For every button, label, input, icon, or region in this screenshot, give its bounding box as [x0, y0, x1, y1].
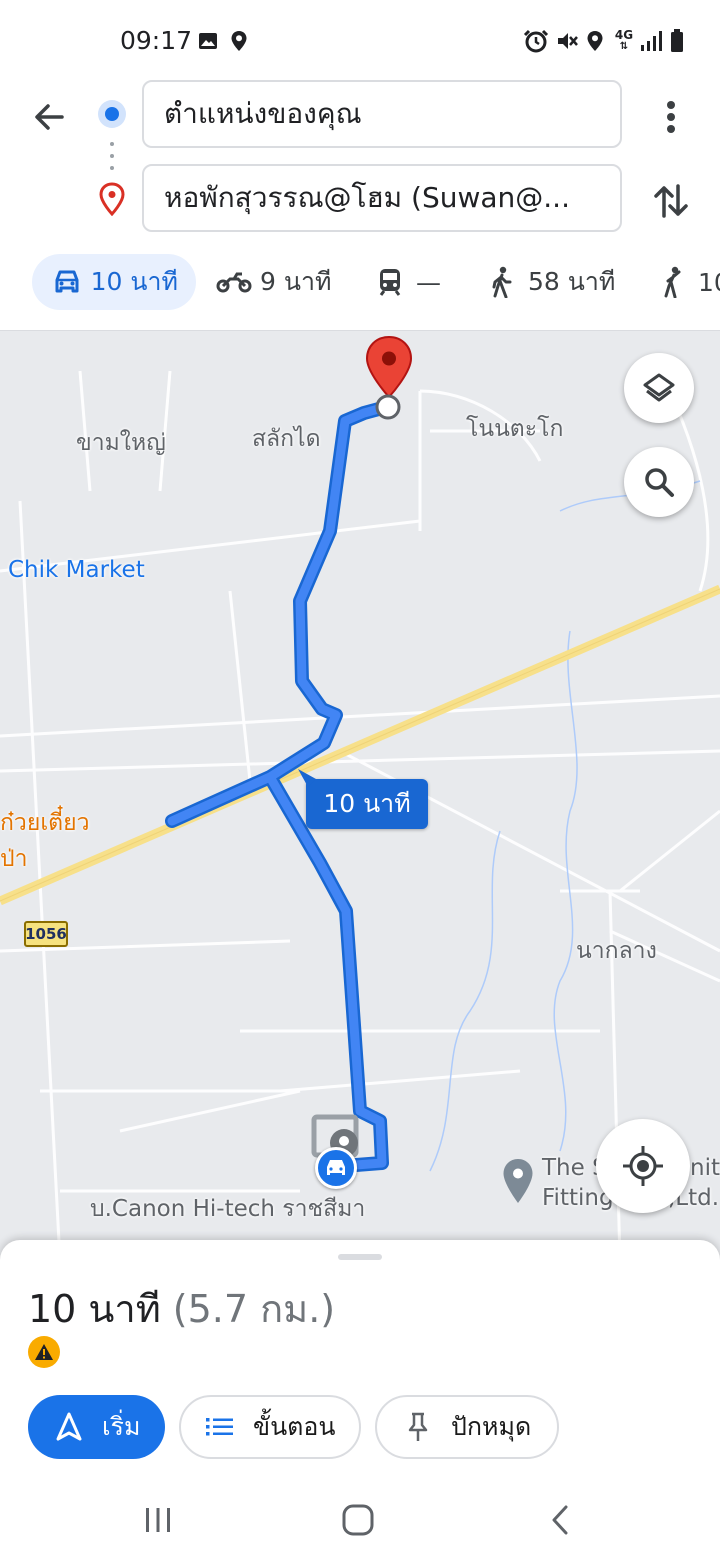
- battery-icon: [668, 28, 686, 54]
- route-dots-icon: [110, 142, 114, 172]
- destination-field[interactable]: หอพักสุวรรณ@โฮม (Suwan@...: [142, 164, 622, 232]
- map-label-na-klang: นากลาง: [576, 938, 657, 964]
- poi-pin-icon[interactable]: [500, 1157, 536, 1205]
- map-label-noodle-shop-line1: ก๋วยเตี๋ยว: [0, 810, 90, 836]
- search-button[interactable]: [624, 447, 694, 517]
- current-location-car-icon: [315, 1147, 357, 1189]
- ride-icon: [652, 266, 692, 298]
- eta-bubble-label: 10 นาที: [323, 789, 411, 818]
- tab-drive-label: 10 นาที: [90, 267, 178, 296]
- origin-field[interactable]: ตำแหน่งของคุณ: [142, 80, 622, 148]
- tab-drive[interactable]: 10 นาที: [32, 254, 196, 310]
- travel-mode-tabs: 10 นาที 9 นาที — 58 นาที 10: [0, 252, 720, 314]
- map-label-kham-yai: ขามใหญ่: [76, 430, 166, 456]
- map-label-chik-market[interactable]: Chik Market: [8, 557, 145, 583]
- chevron-left-icon: [552, 1505, 568, 1535]
- tab-walk-label: 58 นาที: [528, 267, 616, 296]
- mute-icon: [554, 28, 580, 54]
- back-button[interactable]: [26, 94, 72, 140]
- tab-transit-label: —: [416, 267, 441, 297]
- map-view[interactable]: ขามใหญ่ สลักได โนนตะโก Chik Market ก๋วยเ…: [0, 330, 720, 1260]
- recent-apps-icon: [146, 1508, 170, 1532]
- layers-icon: [643, 373, 675, 402]
- tab-ride-label: 10: [698, 267, 720, 297]
- tab-transit[interactable]: —: [370, 254, 441, 310]
- home-icon: [342, 1504, 374, 1536]
- map-label-poi-1b: nita: [690, 1155, 720, 1181]
- navigation-icon: [52, 1410, 86, 1444]
- location-icon: [228, 28, 250, 54]
- network-type: 4G: [614, 28, 634, 42]
- tab-ride[interactable]: 10: [652, 254, 720, 310]
- map-label-salak-dai: สลักได: [252, 426, 321, 452]
- swap-button[interactable]: [648, 178, 694, 224]
- home-button[interactable]: [336, 1498, 380, 1542]
- layers-button[interactable]: [624, 353, 694, 423]
- status-bar: 09:17 4G ⇅: [0, 0, 720, 80]
- system-back-button[interactable]: [538, 1498, 582, 1542]
- route-distance: (5.7 กม.): [172, 1287, 336, 1331]
- start-button[interactable]: เริ่ม: [28, 1395, 165, 1459]
- status-time: 09:17: [120, 26, 193, 55]
- arrow-back-icon: [35, 104, 64, 130]
- map-label-noodle-shop[interactable]: ก๋วยเตี๋ยว ป่า: [0, 805, 90, 877]
- route-shield-1056: 1056: [24, 921, 68, 947]
- pin-icon: [401, 1410, 435, 1444]
- steps-button-label: ขั้นตอน: [253, 1412, 336, 1441]
- alarm-icon: [522, 28, 550, 54]
- route-summary: 10 นาที (5.7 กม.): [28, 1278, 335, 1339]
- swap-vert-icon: [654, 184, 688, 218]
- steps-button[interactable]: ขั้นตอน: [179, 1395, 361, 1459]
- destination-pin-icon: [98, 182, 126, 217]
- map-label-non-tako: โนนตะโก: [466, 416, 564, 442]
- sheet-drag-handle[interactable]: [338, 1254, 382, 1260]
- eta-bubble-pointer: [298, 769, 316, 787]
- signal-icon: [638, 28, 664, 54]
- recent-apps-button[interactable]: [136, 1498, 180, 1542]
- pin-button[interactable]: ปักหมุด: [375, 1395, 559, 1459]
- image-icon: [196, 28, 220, 54]
- car-icon: [50, 267, 85, 297]
- motorcycle-icon: [214, 267, 254, 297]
- destination-marker-icon[interactable]: [362, 335, 416, 423]
- transit-icon: [370, 267, 410, 297]
- route-duration: 10 นาที: [28, 1287, 161, 1331]
- my-location-icon: [623, 1146, 663, 1186]
- warning-icon[interactable]: [28, 1336, 60, 1368]
- search-icon: [645, 468, 674, 497]
- my-location-button[interactable]: [596, 1119, 690, 1213]
- start-button-label: เริ่ม: [102, 1412, 141, 1441]
- system-nav-bar: [0, 1480, 720, 1560]
- 4g-icon: 4G ⇅: [614, 28, 634, 52]
- tab-motorcycle-label: 9 นาที: [260, 267, 332, 296]
- location-icon: [584, 28, 606, 54]
- more-vert-icon: [667, 101, 675, 133]
- pin-button-label: ปักหมุด: [451, 1412, 532, 1441]
- directions-header: ตำแหน่งของคุณ หอพักสุวรรณ@โฮม (Suwan@...…: [0, 80, 720, 330]
- eta-bubble[interactable]: 10 นาที: [306, 779, 428, 829]
- origin-dot-icon: [98, 100, 126, 128]
- map-label-canon[interactable]: บ.Canon Hi-tech ราชสีมา: [90, 1191, 365, 1227]
- walk-icon: [482, 266, 522, 298]
- tab-motorcycle[interactable]: 9 นาที: [214, 254, 331, 310]
- list-icon: [203, 1410, 237, 1444]
- map-label-noodle-shop-line2: ป่า: [0, 846, 28, 872]
- tab-walk[interactable]: 58 นาที: [482, 254, 615, 310]
- more-options-button[interactable]: [654, 94, 688, 140]
